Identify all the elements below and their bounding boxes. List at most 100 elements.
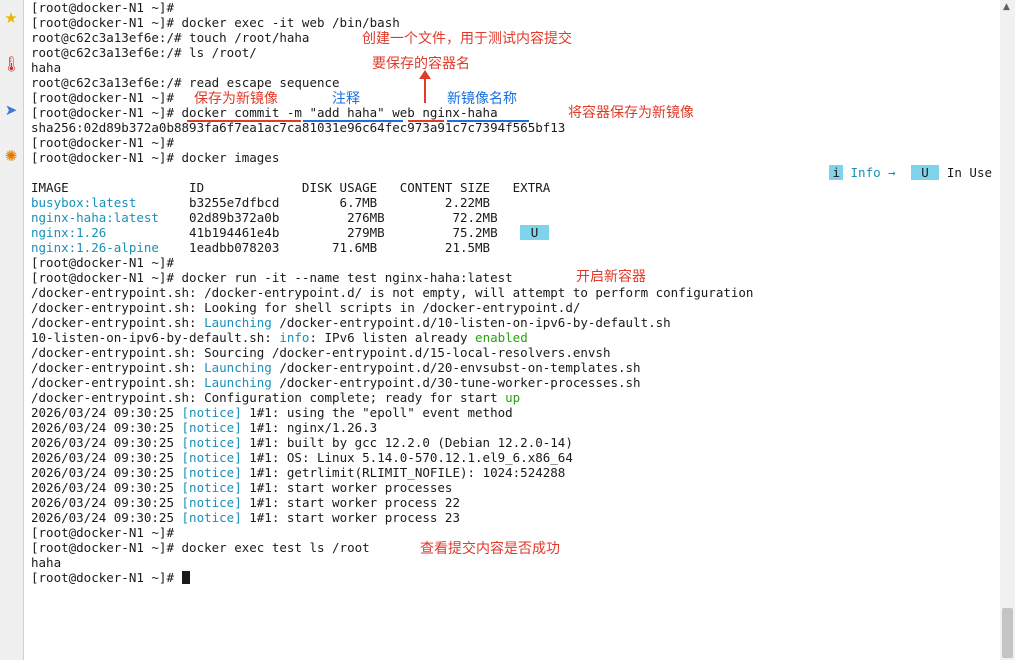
line-text: : IPv6 listen already	[309, 330, 476, 345]
highlight-text: nginx:1.26	[31, 225, 182, 240]
terminal-line: [root@docker-N1 ~]#	[31, 570, 190, 585]
line-text: /docker-entrypoint.sh:	[31, 375, 205, 390]
in-use-badge: U	[910, 165, 940, 180]
line-text: 2026/03/24 09:30:25	[31, 465, 182, 480]
annotation-save-as-image: 保存为新镜像	[194, 91, 278, 107]
terminal-line: /docker-entrypoint.sh: /docker-entrypoin…	[31, 285, 754, 300]
thermometer-icon[interactable]: 🌡	[2, 55, 21, 73]
highlight-text: [notice]	[181, 405, 242, 420]
terminal-line: /docker-entrypoint.sh: Launching /docker…	[31, 315, 671, 330]
terminal-line: [root@docker-N1 ~]# docker images	[31, 150, 280, 165]
line-text: 1#1: start worker process 22	[241, 495, 460, 510]
terminal-line: [root@docker-N1 ~]# docker run -it --nam…	[31, 270, 513, 285]
highlight-text: [notice]	[181, 480, 242, 495]
highlight-text: [notice]	[181, 510, 242, 525]
terminal-line: 2026/03/24 09:30:25 [notice] 1#1: start …	[31, 510, 460, 525]
terminal-line: nginx-haha:latest 02d89b372a0b 276MB 72.…	[31, 210, 498, 225]
line-text: 1#1: built by gcc 12.2.0 (Debian 12.2.0-…	[241, 435, 573, 450]
line-text: 10-listen-on-ipv6-by-default.sh:	[31, 330, 280, 345]
line-text: 1#1: OS: Linux 5.14.0-570.12.1.el9_6.x86…	[241, 450, 573, 465]
highlight-text: nginx-haha:latest	[31, 210, 182, 225]
scrollbar-thumb[interactable]	[1002, 608, 1013, 658]
terminal-line: [root@docker-N1 ~]# docker exec test ls …	[31, 540, 370, 555]
line-text: 02d89b372a0b 276MB 72.2MB	[181, 210, 498, 225]
annotation-start-container: 开启新容器	[576, 269, 646, 285]
line-text: 1#1: getrlimit(RLIMIT_NOFILE): 1024:5242…	[241, 465, 566, 480]
terminal-line: [root@docker-N1 ~]#	[31, 525, 174, 540]
terminal-line: [root@docker-N1 ~]#	[31, 90, 174, 105]
terminal-line: root@c62c3a13ef6e:/# ls /root/	[31, 45, 257, 60]
line-text: 2026/03/24 09:30:25	[31, 510, 182, 525]
underline-image-name	[447, 120, 529, 122]
line-text: 1#1: start worker process 23	[241, 510, 460, 525]
terminal-line: 2026/03/24 09:30:25 [notice] 1#1: OS: Li…	[31, 450, 573, 465]
line-text: /docker-entrypoint.d/10-listen-on-ipv6-b…	[271, 315, 671, 330]
line-text: /docker-entrypoint.sh:	[31, 360, 205, 375]
terminal-cursor	[181, 571, 190, 584]
highlight-text: Launching	[204, 375, 272, 390]
line-text: /docker-entrypoint.d/20-envsubst-on-temp…	[271, 360, 641, 375]
annotation-comment: 注释	[332, 91, 360, 107]
line-text: /docker-entrypoint.sh: Configuration com…	[31, 390, 506, 405]
highlight-text: [notice]	[181, 465, 242, 480]
line-text: /docker-entrypoint.sh:	[31, 315, 205, 330]
underline-container	[408, 120, 444, 122]
line-text: /docker-entrypoint.d/30-tune-worker-proc…	[271, 375, 641, 390]
highlight-text: [notice]	[181, 495, 242, 510]
terminal-line: 2026/03/24 09:30:25 [notice] 1#1: start …	[31, 480, 452, 495]
line-text: 1#1: start worker processes	[241, 480, 453, 495]
line-text: 2026/03/24 09:30:25	[31, 405, 182, 420]
underline-docker-commit	[187, 120, 301, 122]
scroll-up-arrow-icon[interactable]: ▲	[1003, 2, 1010, 12]
app-launcher-sidebar: ★ 🌡 ➤ ✺	[0, 0, 24, 660]
terminal-line: /docker-entrypoint.sh: Looking for shell…	[31, 300, 581, 315]
annotation-save-container: 将容器保存为新镜像	[568, 105, 694, 121]
terminal-line: 2026/03/24 09:30:25 [notice] 1#1: built …	[31, 435, 573, 450]
line-text: [root@docker-N1 ~]#	[31, 570, 182, 585]
terminal-line: haha	[31, 60, 62, 75]
highlight-text: [notice]	[181, 450, 242, 465]
highlight-text: Launching	[204, 360, 272, 375]
terminal-line: /docker-entrypoint.sh: Configuration com…	[31, 390, 520, 405]
info-badge: i	[829, 165, 843, 180]
terminal-line: [root@docker-N1 ~]#	[31, 0, 174, 15]
terminal-line: nginx:1.26 41b194461e4b 279MB 75.2MB U	[31, 225, 549, 240]
highlight-text: [notice]	[181, 420, 242, 435]
terminal-line: haha	[31, 555, 62, 570]
line-text: 2026/03/24 09:30:25	[31, 435, 182, 450]
arrow-up-icon	[419, 70, 431, 103]
underline-comment	[303, 120, 403, 122]
terminal-line: busybox:latest b3255e7dfbcd 6.7MB 2.22MB	[31, 195, 490, 210]
line-text: 41b194461e4b 279MB 75.2MB	[181, 225, 521, 240]
line-text: 1eadbb078203 71.6MB 21.5MB	[181, 240, 491, 255]
highlight-text: Launching	[204, 315, 272, 330]
legend-info-label: Info →	[843, 165, 911, 180]
highlight-text: nginx:1.26-alpine	[31, 240, 182, 255]
highlight-text: [notice]	[181, 435, 242, 450]
star-icon[interactable]: ★	[2, 9, 20, 27]
terminal-line: /docker-entrypoint.sh: Launching /docker…	[31, 360, 641, 375]
line-text: b3255e7dfbcd 6.7MB 2.22MB	[181, 195, 491, 210]
terminal-line: sha256:02d89b372a0b8893fa6f7ea1ac7ca8103…	[31, 120, 566, 135]
terminal-line: 2026/03/24 09:30:25 [notice] 1#1: getrli…	[31, 465, 565, 480]
line-text: 2026/03/24 09:30:25	[31, 450, 182, 465]
annotation-check-commit: 查看提交内容是否成功	[420, 541, 560, 557]
terminal-line: 2026/03/24 09:30:25 [notice] 1#1: nginx/…	[31, 420, 377, 435]
vertical-scrollbar[interactable]: ▲	[1000, 0, 1015, 660]
terminal-line: [root@docker-N1 ~]#	[31, 255, 174, 270]
line-text: 2026/03/24 09:30:25	[31, 480, 182, 495]
terminal-line: /docker-entrypoint.sh: Sourcing /docker-…	[31, 345, 611, 360]
terminal-line: root@c62c3a13ef6e:/# touch /root/haha	[31, 30, 310, 45]
success-text: enabled	[475, 330, 528, 345]
terminal-line: i Info → U In Use	[829, 165, 992, 180]
success-text: up	[505, 390, 521, 405]
terminal-line: nginx:1.26-alpine 1eadbb078203 71.6MB 21…	[31, 240, 490, 255]
annotation-create-file: 创建一个文件，用于测试内容提交	[362, 31, 572, 47]
line-text: 2026/03/24 09:30:25	[31, 495, 182, 510]
line-text: 1#1: nginx/1.26.3	[241, 420, 378, 435]
compass-icon[interactable]: ✺	[2, 147, 20, 165]
terminal-line: root@c62c3a13ef6e:/# read escape sequenc…	[31, 75, 340, 90]
paper-plane-icon[interactable]: ➤	[2, 101, 20, 119]
terminal-line: 2026/03/24 09:30:25 [notice] 1#1: start …	[31, 495, 460, 510]
highlight-text: info	[279, 330, 310, 345]
